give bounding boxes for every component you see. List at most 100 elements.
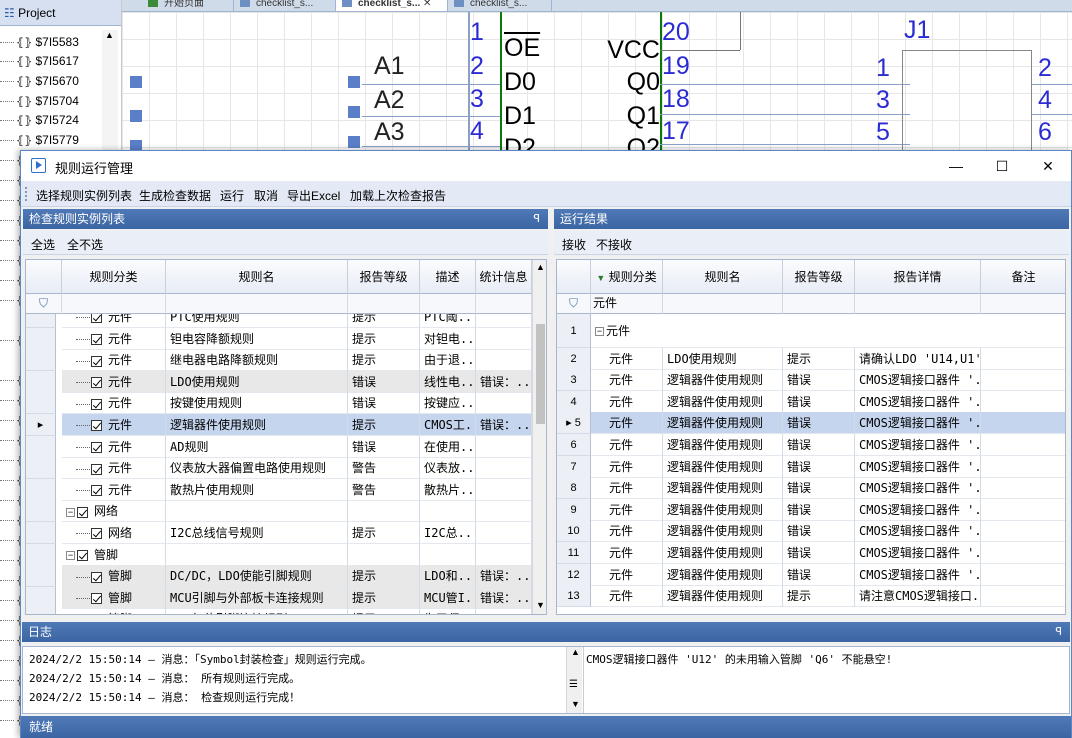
stats-cell[interactable] — [476, 327, 532, 350]
category-cell[interactable]: 元件 — [591, 390, 663, 413]
detail-cell[interactable]: CMOS逻辑接口器件 '... — [855, 455, 981, 478]
rule-name-cell[interactable]: 逻辑器件使用规则 — [663, 498, 783, 521]
result-row[interactable]: 4元件逻辑器件使用规则错误CMOS逻辑接口器件 '... — [557, 390, 1065, 413]
project-scrollbar[interactable]: ▲ — [102, 30, 118, 150]
level-cell[interactable]: 错误 — [783, 434, 855, 456]
category-cell[interactable]: 元件 — [62, 314, 166, 328]
result-row[interactable]: 3元件逻辑器件使用规则错误CMOS逻辑接口器件 '... — [557, 369, 1065, 392]
description-cell[interactable]: 为了保... — [420, 608, 476, 614]
category-cell[interactable]: 元件 — [62, 435, 166, 458]
row-header[interactable] — [26, 349, 56, 372]
collapse-icon[interactable]: − — [66, 550, 75, 560]
rule-name-cell[interactable]: LDO使用规则 — [663, 347, 783, 370]
detail-cell[interactable]: CMOS逻辑接口器件 '... — [855, 477, 981, 500]
category-cell[interactable]: 元件 — [591, 347, 663, 370]
result-row[interactable]: 8元件逻辑器件使用规则错误CMOS逻辑接口器件 '... — [557, 477, 1065, 500]
detail-cell[interactable]: CMOS逻辑接口器件 '... — [855, 369, 981, 392]
row-number[interactable]: 10 — [557, 520, 591, 543]
table-row[interactable]: 管脚MCU引脚与外部板卡连接规则提示MCU管I...错误：... — [26, 586, 532, 609]
category-cell[interactable]: 元件 — [591, 455, 663, 478]
stats-cell[interactable]: 错误：... — [476, 370, 532, 393]
checkbox[interactable] — [91, 528, 102, 540]
category-cell[interactable]: 元件 — [591, 412, 663, 435]
column-header[interactable]: 报告详情 — [855, 260, 981, 294]
dialog-title-bar[interactable]: 规则运行管理 — ☐ ✕ — [21, 151, 1071, 181]
stats-cell[interactable]: 错误：... — [476, 586, 532, 609]
level-cell[interactable]: 错误 — [348, 392, 420, 415]
remark-cell[interactable] — [981, 434, 1065, 456]
tab-start-page[interactable]: 开始页面 — [142, 0, 234, 11]
rule-name-cell[interactable]: 仪表放大器偏置电路使用规则 — [166, 457, 348, 480]
checkbox[interactable] — [91, 463, 102, 475]
level-cell[interactable]: 提示 — [348, 327, 420, 350]
scroll-up-icon[interactable]: ▲ — [536, 262, 545, 272]
filter-cell[interactable] — [420, 294, 476, 314]
menu-run[interactable]: 运行 — [220, 187, 244, 204]
row-header[interactable] — [26, 370, 56, 393]
reject-button[interactable]: 不接收 — [596, 236, 632, 253]
filter-cell[interactable] — [476, 294, 532, 314]
column-header[interactable]: 报告等级 — [348, 260, 420, 294]
pin-icon[interactable]: ꟼ — [533, 209, 540, 229]
row-number[interactable]: 7 — [557, 455, 591, 478]
pin-icon[interactable]: ꟼ — [1055, 622, 1062, 642]
level-cell[interactable]: 提示 — [348, 608, 420, 614]
column-header[interactable]: 报告等级 — [783, 260, 855, 294]
remark-cell[interactable] — [981, 412, 1065, 435]
result-row[interactable]: 2元件LDO使用规则提示请确认LDO 'U14,U1'... — [557, 347, 1065, 370]
table-row[interactable]: 管脚MCU复位引脚连接规则提示为了保... — [26, 608, 532, 614]
checkbox[interactable] — [77, 549, 88, 561]
checkbox[interactable] — [91, 377, 102, 389]
menu-cancel[interactable]: 取消 — [254, 187, 278, 204]
row-header[interactable] — [26, 435, 56, 458]
remark-cell[interactable] — [981, 520, 1065, 543]
description-cell[interactable]: I2C总... — [420, 522, 476, 544]
stats-cell[interactable] — [476, 435, 532, 458]
table-row[interactable]: 元件 PTC使用规则 提示 PTC阈... — [26, 314, 532, 328]
row-number[interactable]: 8 — [557, 477, 591, 500]
group-cell[interactable]: − 网络 — [62, 500, 166, 523]
filter-icon[interactable]: ⛉ — [557, 294, 591, 314]
scroll-thumb[interactable]: ☰ — [569, 679, 578, 690]
row-header[interactable] — [26, 586, 56, 609]
row-number[interactable]: 11 — [557, 542, 591, 564]
remark-cell[interactable] — [981, 477, 1065, 500]
stats-cell[interactable] — [476, 457, 532, 480]
row-header[interactable] — [26, 478, 56, 501]
rule-name-cell[interactable]: AD规则 — [166, 435, 348, 458]
result-row[interactable]: 9元件逻辑器件使用规则错误CMOS逻辑接口器件 '... — [557, 498, 1065, 521]
level-cell[interactable]: 错误 — [783, 369, 855, 392]
menu-generate-data[interactable]: 生成检查数据 — [139, 187, 211, 204]
category-cell[interactable]: 元件 — [591, 434, 663, 456]
table-row[interactable]: − 管脚 — [26, 543, 532, 566]
detail-cell[interactable]: CMOS逻辑接口器件 '... — [855, 498, 981, 521]
level-cell[interactable]: 提示 — [348, 586, 420, 609]
checkbox[interactable] — [91, 398, 102, 410]
category-cell[interactable]: 元件 — [62, 349, 166, 372]
result-row[interactable]: 6元件逻辑器件使用规则错误CMOS逻辑接口器件 '... — [557, 434, 1065, 456]
table-row[interactable]: 元件 散热片使用规则 警告 散热片... — [26, 478, 532, 501]
category-cell[interactable]: 管脚 — [62, 586, 166, 609]
stats-cell[interactable] — [476, 314, 532, 328]
table-row[interactable]: ▸ 元件逻辑器件使用规则提示CMOS工...错误：... — [26, 414, 532, 436]
description-cell[interactable]: 线性电... — [420, 370, 476, 393]
level-cell[interactable]: 错误 — [783, 498, 855, 521]
toolbar-grip[interactable] — [25, 187, 28, 201]
filter-cell[interactable] — [348, 294, 420, 314]
column-header[interactable]: 统计信息 — [476, 260, 532, 294]
row-number[interactable]: 9 — [557, 498, 591, 521]
rule-name-cell[interactable]: 逻辑器件使用规则 — [663, 477, 783, 500]
scroll-down-icon[interactable]: ▼ — [571, 699, 580, 709]
select-all-button[interactable]: 全选 — [31, 236, 55, 253]
level-cell[interactable]: 提示 — [783, 585, 855, 608]
row-number[interactable]: 6 — [557, 434, 591, 456]
detail-cell[interactable]: 请确认LDO 'U14,U1'... — [855, 347, 981, 370]
detail-cell[interactable]: 请注意CMOS逻辑接口... — [855, 585, 981, 608]
remark-cell[interactable] — [981, 499, 1065, 521]
tab-close-icon[interactable]: ✕ — [423, 0, 431, 9]
level-cell[interactable]: 提示 — [348, 414, 420, 436]
result-row[interactable]: 12元件逻辑器件使用规则错误CMOS逻辑接口器件 '... — [557, 563, 1065, 586]
checkbox[interactable] — [91, 420, 102, 432]
level-cell[interactable]: 警告 — [348, 478, 420, 501]
row-header[interactable] — [26, 565, 56, 588]
